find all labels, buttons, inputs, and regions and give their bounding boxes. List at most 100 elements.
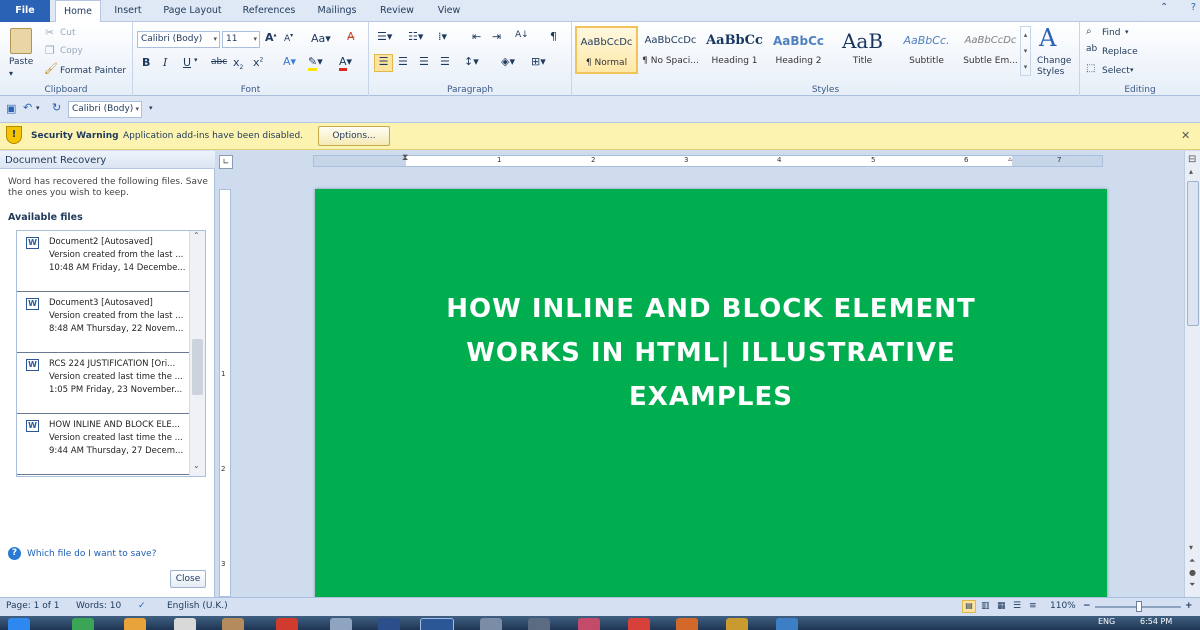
- language[interactable]: English (U.K.): [167, 601, 228, 611]
- superscript-icon[interactable]: x2: [253, 56, 263, 69]
- align-left-icon[interactable]: ☰: [374, 54, 393, 72]
- taskbar-word-icon[interactable]: [420, 618, 454, 630]
- paste-icon[interactable]: [10, 28, 32, 54]
- zoom-in-icon[interactable]: +: [1185, 601, 1193, 611]
- recovery-scroll-thumb[interactable]: [192, 339, 203, 395]
- tab-mailings[interactable]: Mailings: [308, 0, 366, 22]
- bullets-icon[interactable]: ☰▾: [377, 30, 392, 43]
- decrease-indent-icon[interactable]: ⇤: [472, 30, 481, 43]
- taskbar-app-icon[interactable]: [174, 618, 196, 630]
- select-button[interactable]: Select: [1102, 66, 1130, 76]
- font-color-icon[interactable]: A▾: [339, 55, 352, 71]
- taskbar-app-icon[interactable]: [628, 618, 650, 630]
- tab-view[interactable]: View: [428, 0, 470, 22]
- recovered-file-item[interactable]: W RCS 224 JUSTIFICATION [Ori... Version …: [17, 353, 189, 414]
- help-icon[interactable]: ?: [1191, 2, 1196, 18]
- italic-icon[interactable]: I: [163, 56, 167, 69]
- options-button[interactable]: Options...: [318, 126, 390, 146]
- borders-icon[interactable]: ⊞▾: [531, 55, 546, 68]
- browse-object-icon[interactable]: ●: [1189, 568, 1196, 577]
- style-no-spacing[interactable]: AaBbCcDc ¶ No Spaci...: [639, 26, 702, 74]
- subscript-icon[interactable]: x2: [233, 56, 243, 71]
- page-count[interactable]: Page: 1 of 1: [6, 601, 60, 611]
- minimize-ribbon-icon[interactable]: ⌃: [1160, 2, 1168, 18]
- find-button[interactable]: Find: [1102, 28, 1120, 38]
- customize-qat-icon[interactable]: ▾: [149, 104, 153, 112]
- proofing-icon[interactable]: ✓: [138, 601, 146, 611]
- recovered-files-list[interactable]: W Document2 [Autosaved] Version created …: [16, 230, 206, 477]
- web-layout-icon[interactable]: ▦: [997, 601, 1006, 611]
- change-styles-button[interactable]: Change: [1037, 56, 1071, 66]
- print-layout-icon[interactable]: ▤: [962, 600, 976, 613]
- scroll-up-icon[interactable]: ▴: [1189, 167, 1193, 176]
- taskbar-app-icon[interactable]: [378, 618, 400, 630]
- next-page-icon[interactable]: ⏷: [1189, 580, 1195, 590]
- style-normal[interactable]: AaBbCcDc ¶ Normal: [575, 26, 638, 74]
- horizontal-ruler[interactable]: ⧗ ▵ 1 2 3 4 5 6 7: [313, 153, 1103, 167]
- styles-scroll[interactable]: ▴ ▾ ▾: [1020, 26, 1031, 76]
- change-case-icon[interactable]: Aa▾: [311, 32, 331, 45]
- taskbar-app-icon[interactable]: [578, 618, 600, 630]
- recovery-list-scrollbar[interactable]: ⌃ ⌄: [189, 231, 205, 476]
- right-indent-marker-icon[interactable]: ▵: [1008, 154, 1012, 163]
- view-ruler-icon[interactable]: ⊟: [1188, 154, 1196, 165]
- sort-icon[interactable]: A↓: [515, 30, 529, 40]
- close-recovery-button[interactable]: Close: [170, 570, 206, 588]
- which-file-help-link[interactable]: Which file do I want to save?: [27, 549, 157, 559]
- align-center-icon[interactable]: ☰: [398, 55, 408, 68]
- taskbar-app-icon[interactable]: [72, 618, 94, 630]
- taskbar-app-icon[interactable]: [676, 618, 698, 630]
- document-page[interactable]: HOW INLINE AND BLOCK ELEMENT WORKS IN HT…: [315, 189, 1107, 597]
- tab-selector-icon[interactable]: ∟: [219, 155, 233, 169]
- close-warning-icon[interactable]: ✕: [1181, 129, 1190, 142]
- vertical-ruler[interactable]: 1 2 3: [219, 189, 231, 597]
- increase-indent-icon[interactable]: ⇥: [492, 30, 501, 43]
- underline-icon[interactable]: U: [183, 56, 191, 69]
- text-effects-icon[interactable]: A▾: [283, 55, 296, 68]
- previous-page-icon[interactable]: ⏶: [1189, 556, 1195, 566]
- font-size-combo[interactable]: 11 ▾: [222, 31, 260, 48]
- document-scroll-thumb[interactable]: [1187, 181, 1199, 326]
- undo-icon[interactable]: ↶: [23, 101, 32, 114]
- tab-insert[interactable]: Insert: [106, 0, 150, 22]
- strikethrough-icon[interactable]: abc: [211, 57, 227, 67]
- multilevel-list-icon[interactable]: ⁞▾: [438, 30, 447, 43]
- paste-button[interactable]: Paste: [9, 57, 33, 67]
- tab-review[interactable]: Review: [372, 0, 422, 22]
- recovered-file-item[interactable]: W Document3 [Autosaved] Version created …: [17, 292, 189, 353]
- zoom-level[interactable]: 110%: [1050, 601, 1076, 611]
- qat-font-combo[interactable]: Calibri (Body) ▾: [68, 101, 142, 118]
- style-subtle-emphasis[interactable]: AaBbCcDc Subtle Em...: [959, 26, 1022, 74]
- save-icon[interactable]: ▣: [6, 102, 16, 115]
- start-icon[interactable]: [8, 618, 30, 630]
- scroll-down-icon[interactable]: ⌄: [193, 461, 200, 470]
- style-subtitle[interactable]: AaBbCc. Subtitle: [895, 26, 958, 74]
- shading-icon[interactable]: ◈▾: [501, 55, 515, 68]
- line-spacing-icon[interactable]: ↕▾: [464, 55, 479, 68]
- word-count[interactable]: Words: 10: [76, 601, 121, 611]
- font-name-combo[interactable]: Calibri (Body) ▾: [137, 31, 220, 48]
- style-heading-2[interactable]: AaBbCc Heading 2: [767, 26, 830, 74]
- align-right-icon[interactable]: ☰: [419, 55, 429, 68]
- draft-icon[interactable]: ≡: [1029, 601, 1037, 611]
- change-styles-button-line2[interactable]: Styles: [1037, 67, 1064, 77]
- tab-page-layout[interactable]: Page Layout: [155, 0, 230, 22]
- style-title[interactable]: AaB Title: [831, 26, 894, 74]
- input-language[interactable]: ENG: [1098, 617, 1115, 626]
- clear-formatting-icon[interactable]: A̶: [347, 30, 355, 43]
- grow-font-icon[interactable]: A▴: [265, 31, 277, 44]
- taskbar-app-icon[interactable]: [528, 618, 550, 630]
- format-painter-button[interactable]: Format Painter: [60, 66, 126, 76]
- full-screen-reading-icon[interactable]: ▥: [981, 601, 990, 611]
- clock-time[interactable]: 6:54 PM: [1140, 617, 1172, 626]
- zoom-out-icon[interactable]: −: [1083, 601, 1091, 611]
- taskbar-app-icon[interactable]: [276, 618, 298, 630]
- left-indent-marker-icon[interactable]: ⧗: [402, 153, 408, 163]
- recovered-file-item[interactable]: W Document2 [Autosaved] Version created …: [17, 231, 189, 292]
- scroll-down-icon[interactable]: ▾: [1189, 543, 1193, 552]
- shrink-font-icon[interactable]: A▾: [284, 32, 293, 44]
- taskbar-app-icon[interactable]: [726, 618, 748, 630]
- taskbar-app-icon[interactable]: [776, 618, 798, 630]
- cut-button[interactable]: Cut: [60, 28, 76, 38]
- recovered-file-item[interactable]: W HOW INLINE AND BLOCK ELE... Version cr…: [17, 414, 189, 475]
